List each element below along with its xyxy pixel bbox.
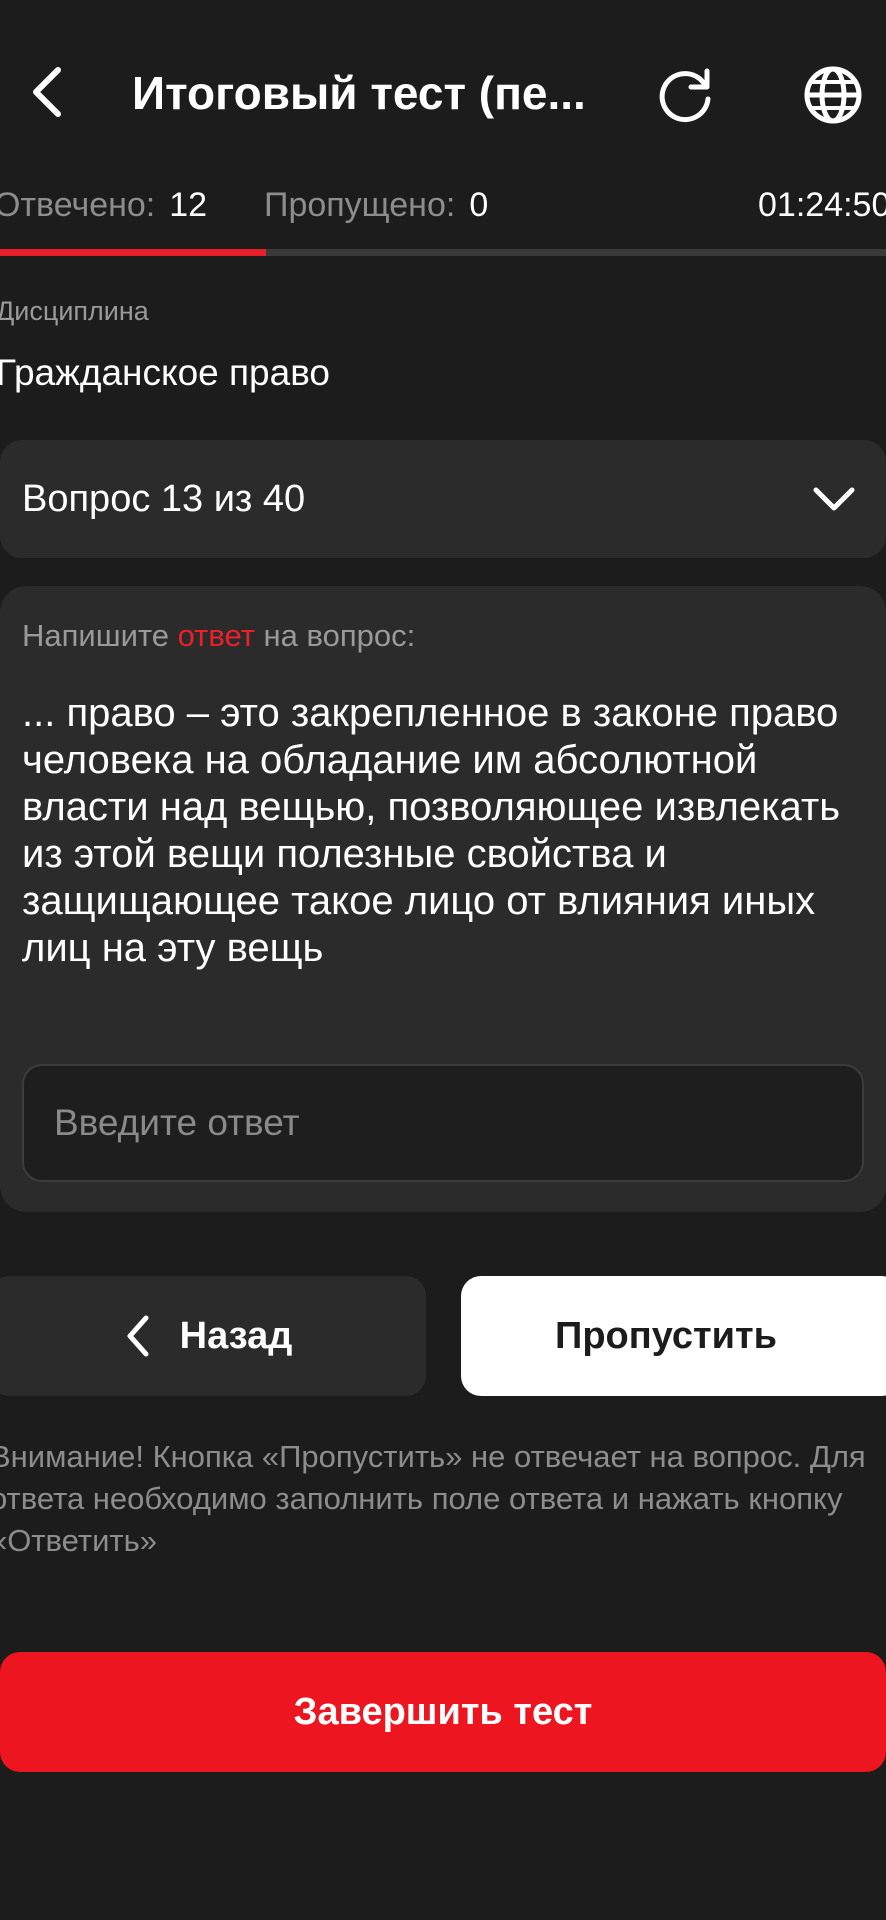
back-button-label: Назад xyxy=(179,1314,293,1357)
question-selector[interactable]: Вопрос 13 из 40 xyxy=(0,440,886,558)
prompt-text-start: Напишите xyxy=(22,618,178,653)
answered-count: 12 xyxy=(169,186,208,224)
question-text: ... право – это закрепленное в законе пр… xyxy=(22,691,841,970)
prompt-text-end: на вопрос: xyxy=(254,618,416,653)
globe-icon xyxy=(804,66,862,124)
stats-row: Отвечено: 12 Пропущено: 0 01:24:50 xyxy=(0,186,886,234)
back-button[interactable]: Назад xyxy=(0,1276,426,1396)
refresh-icon xyxy=(659,68,711,123)
header: Итоговый тест (пе... xyxy=(0,40,886,150)
answered-label: Отвечено: xyxy=(0,186,156,224)
finish-test-button[interactable]: Завершить тест xyxy=(0,1652,886,1772)
question-number: Вопрос 13 из 40 xyxy=(22,478,306,520)
skip-button-label: Пропустить xyxy=(555,1314,777,1357)
back-nav-button[interactable] xyxy=(18,62,78,122)
timer: 01:24:50 xyxy=(758,186,886,224)
answer-input[interactable] xyxy=(22,1064,864,1182)
answered-stat: Отвечено: 12 xyxy=(0,186,207,225)
language-button[interactable] xyxy=(798,60,868,130)
skip-button[interactable]: Пропустить xyxy=(461,1276,886,1396)
discipline-value: Гражданское право xyxy=(0,352,331,393)
question-card: Напишите ответ на вопрос: ... право – эт… xyxy=(0,586,886,1212)
test-screen: Итоговый тест (пе... Отвечено: 12 Пропуще… xyxy=(0,0,886,1920)
skip-notice: Внимание! Кнопка «Пропустить» не отвечае… xyxy=(0,1439,866,1558)
progress-fill xyxy=(0,249,266,256)
skipped-stat: Пропущено: 0 xyxy=(264,186,488,225)
prompt-accent: ответ xyxy=(177,618,255,653)
skipped-count: 0 xyxy=(469,186,489,224)
chevron-left-icon xyxy=(33,67,61,117)
chevron-left-icon xyxy=(127,1315,149,1357)
chevron-down-icon xyxy=(813,487,855,511)
progress-bar xyxy=(0,249,886,256)
question-prompt: Напишите ответ на вопрос: xyxy=(22,618,415,654)
refresh-button[interactable] xyxy=(650,60,720,130)
skipped-label: Пропущено: xyxy=(264,186,456,224)
page-title: Итоговый тест (пе... xyxy=(132,67,586,119)
discipline-label: Дисциплина xyxy=(0,296,149,326)
